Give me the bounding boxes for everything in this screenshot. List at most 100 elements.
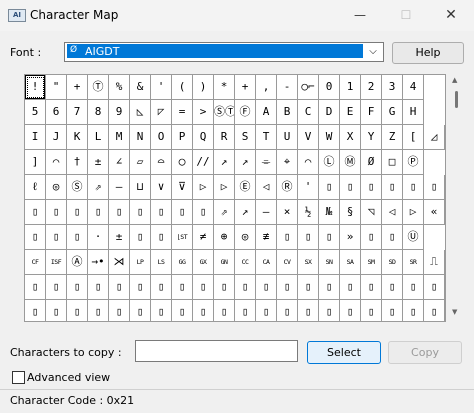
character-cell[interactable]: = [172, 100, 193, 125]
character-cell[interactable]: ▯ [424, 175, 445, 200]
scroll-up-icon[interactable]: ▲ [452, 76, 457, 84]
character-cell[interactable]: 5 [25, 100, 46, 125]
character-cell[interactable]: " [46, 75, 67, 100]
character-cell[interactable]: ▯ [319, 300, 340, 321]
character-cell[interactable]: Z [382, 125, 403, 150]
character-cell[interactable]: Ⓤ [403, 225, 424, 250]
advanced-view-label[interactable]: Advanced view [27, 371, 110, 384]
character-cell[interactable]: ▱ [130, 150, 151, 175]
character-cell[interactable]: ▯ [193, 300, 214, 321]
character-cell[interactable]: ⌊ST [172, 225, 193, 250]
character-cell[interactable]: ▯ [88, 300, 109, 321]
character-cell[interactable]: ⇗ [88, 175, 109, 200]
character-cell[interactable]: ⎍ [424, 250, 445, 275]
character-cell[interactable]: ◺ [130, 100, 151, 125]
character-cell[interactable]: ⊔ [130, 175, 151, 200]
character-cell[interactable]: 9 [109, 100, 130, 125]
character-cell[interactable]: F [361, 100, 382, 125]
character-cell[interactable]: † [67, 150, 88, 175]
character-cell[interactable]: ▯ [382, 225, 403, 250]
character-cell[interactable]: ⌖ [277, 150, 298, 175]
character-cell[interactable]: SX [298, 250, 319, 275]
character-cell[interactable]: Ⓜ [340, 150, 361, 175]
character-cell[interactable]: ▯ [214, 300, 235, 321]
character-cell[interactable]: ↗ [235, 200, 256, 225]
character-cell[interactable]: ◎ [46, 175, 67, 200]
character-cell[interactable]: Q [193, 125, 214, 150]
character-cell[interactable]: ▯ [46, 200, 67, 225]
character-cell[interactable]: ▯ [130, 275, 151, 300]
character-cell[interactable]: ▯ [67, 275, 88, 300]
character-cell[interactable]: ▯ [130, 200, 151, 225]
character-cell[interactable]: · [88, 225, 109, 250]
character-cell[interactable]: SA [340, 250, 361, 275]
character-cell[interactable]: « [424, 200, 445, 225]
character-cell[interactable]: Ⓡ [277, 175, 298, 200]
character-cell[interactable]: LS [151, 250, 172, 275]
character-cell[interactable]: ± [88, 150, 109, 175]
character-cell[interactable]: N [130, 125, 151, 150]
character-cell[interactable]: ▯ [88, 200, 109, 225]
character-cell[interactable]: □ [382, 150, 403, 175]
character-cell[interactable]: ⓈⓉ [214, 100, 235, 125]
character-cell[interactable]: M [109, 125, 130, 150]
character-cell[interactable]: A [256, 100, 277, 125]
character-cell[interactable]: ⇗ [214, 200, 235, 225]
character-cell[interactable]: ▯ [235, 300, 256, 321]
character-cell[interactable]: P [172, 125, 193, 150]
character-cell[interactable]: ▯ [382, 175, 403, 200]
character-cell[interactable]: ≢ [256, 225, 277, 250]
character-cell[interactable]: GG [172, 250, 193, 275]
character-cell[interactable]: ▯ [67, 225, 88, 250]
character-cell[interactable]: № [319, 200, 340, 225]
character-cell[interactable]: ◁ [256, 175, 277, 200]
character-cell[interactable]: SR [403, 250, 424, 275]
character-cell[interactable]: ↗ [235, 150, 256, 175]
character-cell[interactable]: ▯ [151, 200, 172, 225]
character-cell[interactable]: ▷ [214, 175, 235, 200]
character-cell[interactable]: S [235, 125, 256, 150]
character-cell[interactable]: 1 [340, 75, 361, 100]
character-cell[interactable]: ▯ [193, 275, 214, 300]
character-cell[interactable]: ◸ [151, 100, 172, 125]
character-cell[interactable]: ▯ [109, 300, 130, 321]
character-cell[interactable]: ⌯ [256, 150, 277, 175]
character-cell[interactable]: ∠ [109, 150, 130, 175]
character-cell[interactable]: ▯ [403, 175, 424, 200]
character-cell[interactable]: SN [319, 250, 340, 275]
character-cell[interactable]: ▯ [67, 300, 88, 321]
characters-to-copy-field[interactable] [135, 340, 298, 362]
character-cell[interactable]: ▯ [298, 300, 319, 321]
character-cell[interactable]: ' [151, 75, 172, 100]
character-cell[interactable]: →• [88, 250, 109, 275]
character-cell[interactable]: % [109, 75, 130, 100]
character-cell[interactable]: ▷ [193, 175, 214, 200]
character-cell[interactable]: ISF [46, 250, 67, 275]
character-cell[interactable]: ▯ [298, 275, 319, 300]
character-cell[interactable]: ◹ [361, 200, 382, 225]
character-cell[interactable]: ◁ [382, 200, 403, 225]
character-cell[interactable]: ± [109, 225, 130, 250]
character-cell[interactable]: ▯ [25, 200, 46, 225]
character-cell[interactable]: ⌓ [151, 150, 172, 175]
character-cell[interactable]: ▯ [382, 300, 403, 321]
character-cell[interactable]: ⊕ [214, 225, 235, 250]
character-cell[interactable]: Ⓐ [67, 250, 88, 275]
character-cell[interactable]: ↗ [214, 150, 235, 175]
scrollbar-thumb[interactable] [455, 91, 458, 108]
minimize-button[interactable]: — [337, 0, 383, 31]
character-cell[interactable]: ◿ [424, 125, 445, 150]
character-cell[interactable]: ▯ [130, 300, 151, 321]
character-cell[interactable]: ▯ [382, 275, 403, 300]
character-cell[interactable]: ▯ [46, 275, 67, 300]
character-cell[interactable]: 6 [46, 100, 67, 125]
character-cell[interactable]: LP [130, 250, 151, 275]
character-cell[interactable]: ≠ [193, 225, 214, 250]
character-cell[interactable]: ▯ [361, 275, 382, 300]
character-cell[interactable]: ▯ [172, 200, 193, 225]
character-cell[interactable]: Ⓣ [88, 75, 109, 100]
character-cell[interactable]: ▯ [109, 200, 130, 225]
grid-scrollbar[interactable]: ▲ ▼ [450, 74, 464, 320]
character-cell[interactable]: Y [361, 125, 382, 150]
character-cell[interactable]: K [67, 125, 88, 150]
